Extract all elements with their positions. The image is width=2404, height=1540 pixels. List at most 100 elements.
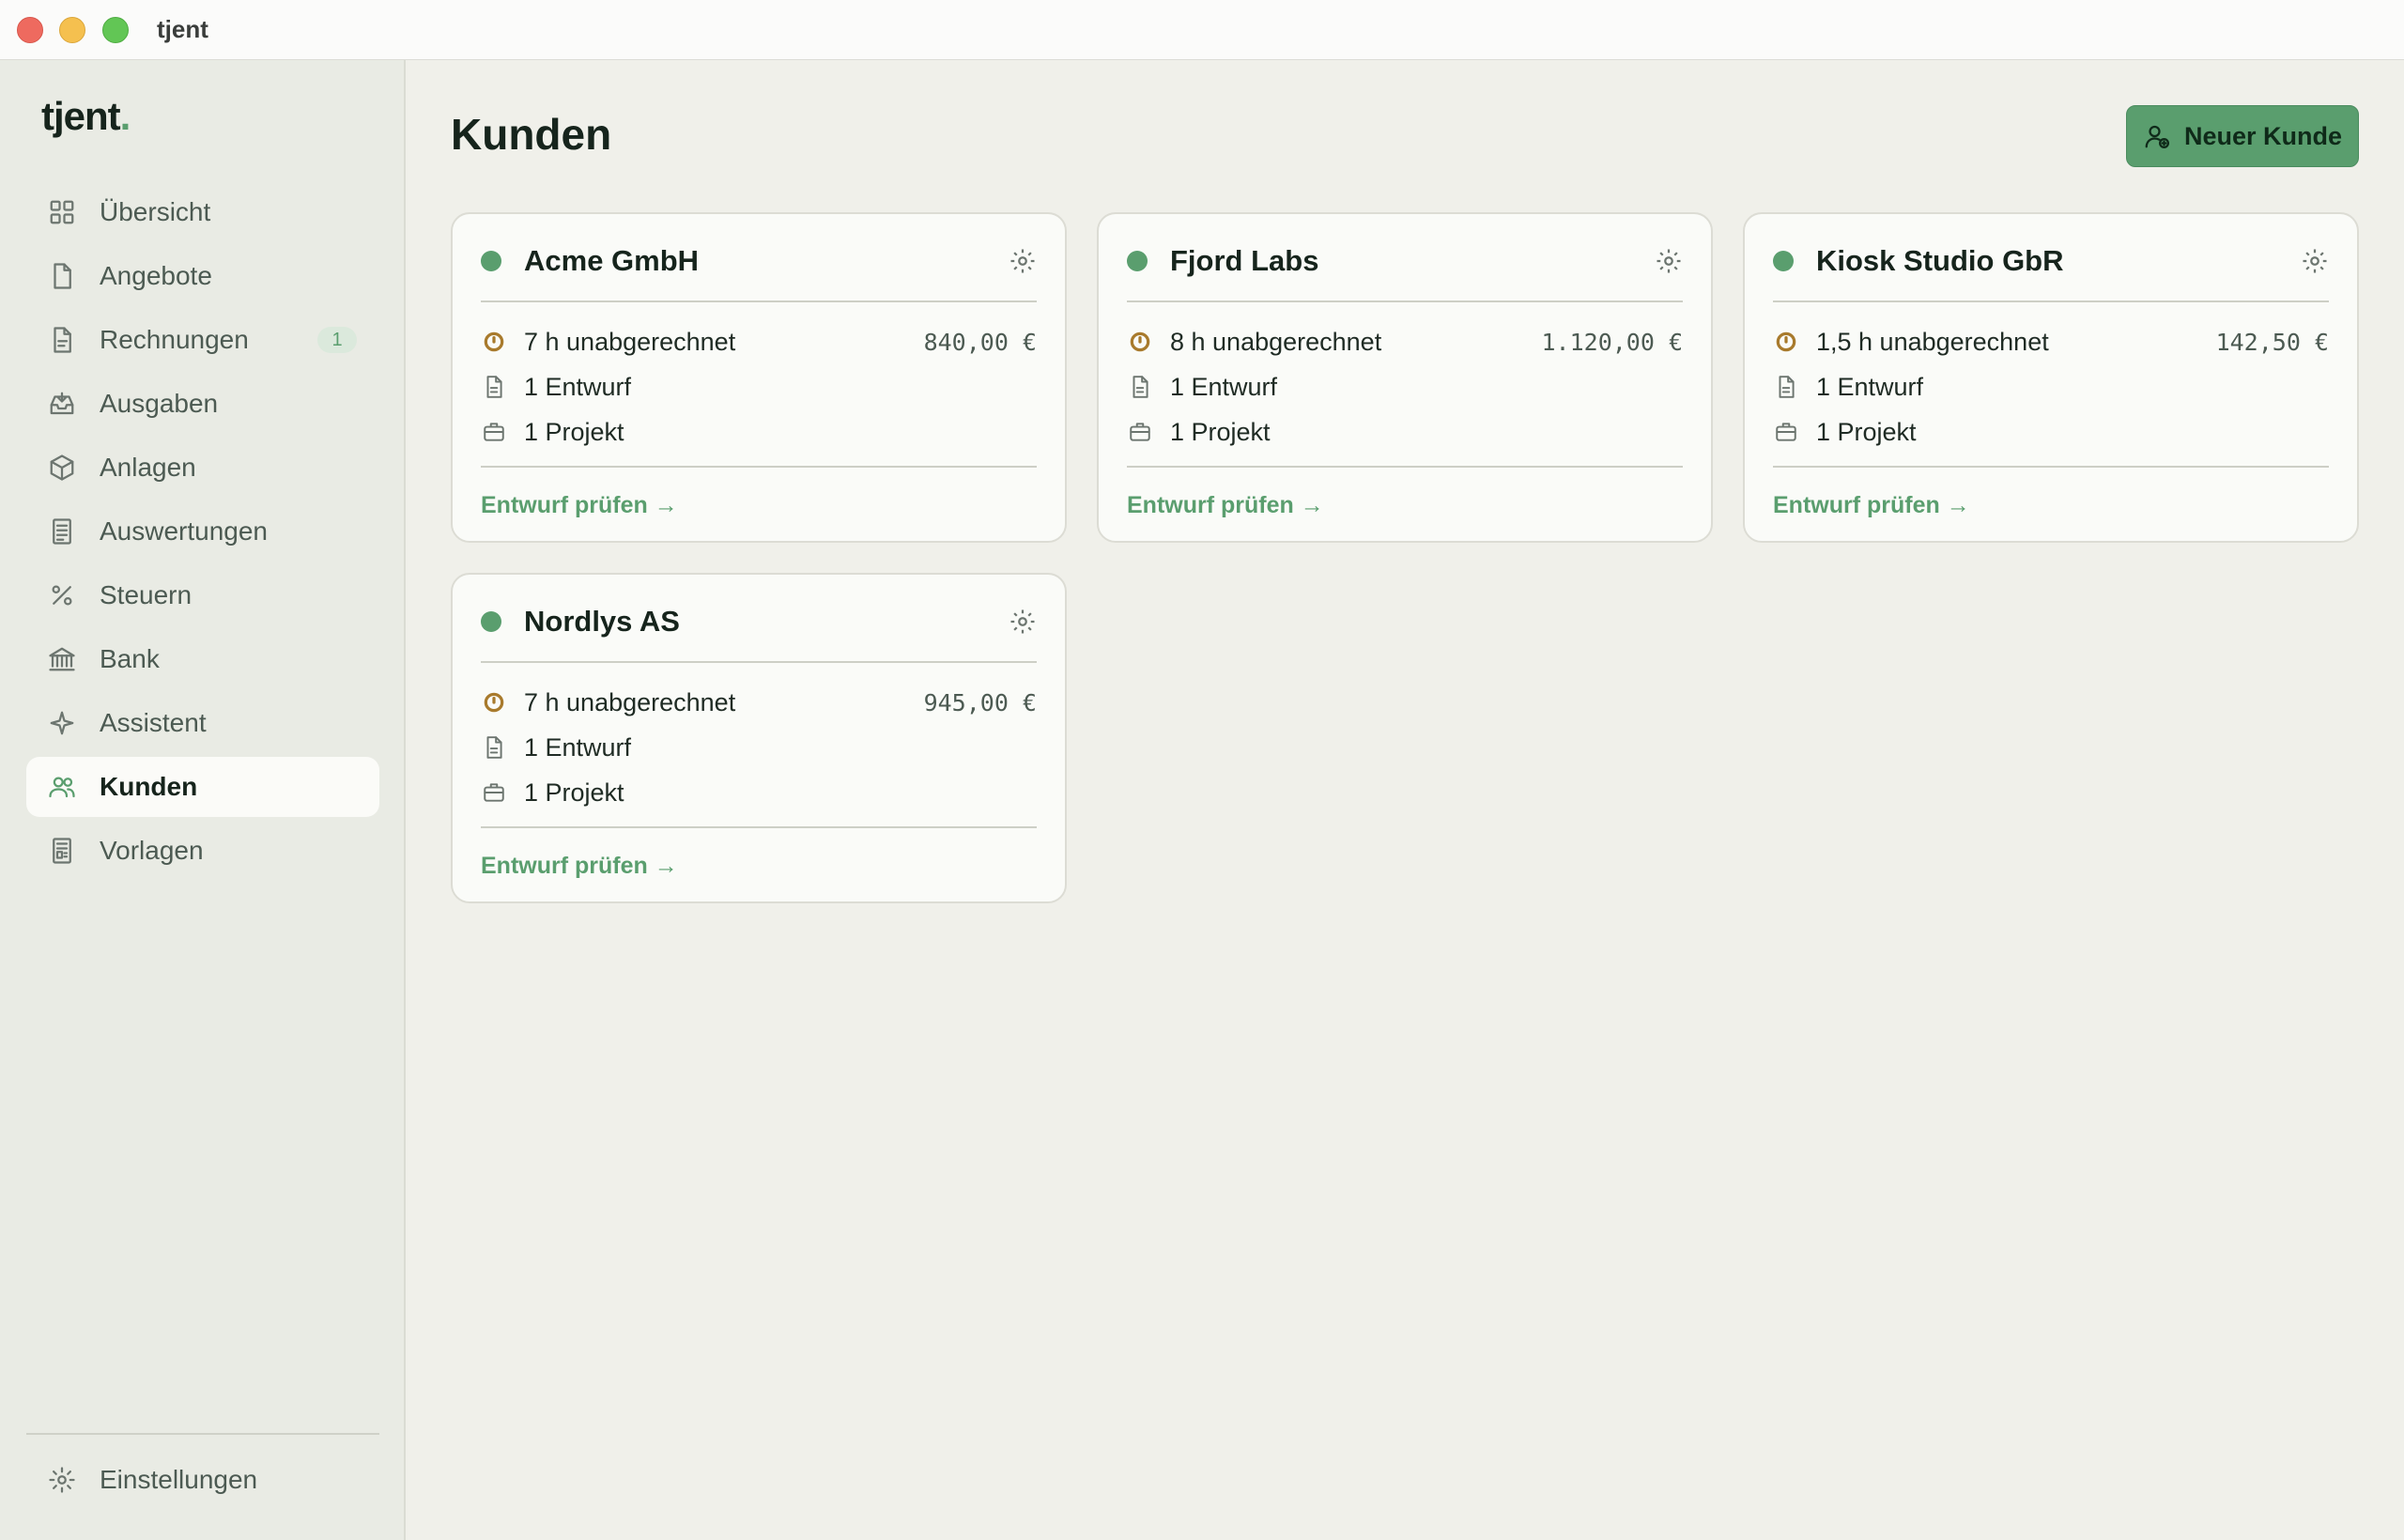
sidebar-item-kunden[interactable]: Kunden (26, 757, 379, 817)
sidebar-item-rechnungen[interactable]: Rechnungen 1 (26, 310, 379, 370)
sidebar-item-anlagen[interactable]: Anlagen (26, 438, 379, 498)
document-icon (481, 734, 507, 761)
sidebar-item-label: Bank (100, 644, 160, 673)
review-draft-link[interactable]: Entwurf prüfen → (481, 853, 678, 880)
title-bar: tjent (0, 0, 2404, 60)
gear-icon[interactable] (1009, 608, 1037, 636)
customer-name: Kiosk Studio GbR (1816, 244, 2064, 277)
draft-count: 1 Entwurf (1170, 372, 1278, 401)
sidebar-item-auswertungen[interactable]: Auswertungen (26, 501, 379, 562)
sidebar-nav: Übersicht Angebote Rechnungen 1 Ausgaben… (26, 182, 379, 885)
sidebar-item-angebote[interactable]: Angebote (26, 246, 379, 306)
draft-count: 1 Entwurf (524, 732, 632, 762)
briefcase-icon (1127, 419, 1153, 445)
clock-icon (1773, 329, 1799, 355)
app-logo: tjent. (41, 94, 131, 139)
page-title: Kunden (451, 110, 612, 159)
main-content: Kunden Neuer Kunde Acme GmbH 7 h unabger… (406, 60, 2404, 1540)
sidebar-item-label: Rechnungen (100, 325, 249, 354)
card-divider (481, 466, 1037, 468)
new-customer-button[interactable]: Neuer Kunde (2126, 105, 2359, 167)
logo-text: tjent (41, 94, 121, 138)
gear-icon (47, 1465, 77, 1495)
status-dot (481, 251, 501, 271)
sidebar-item-bank[interactable]: Bank (26, 629, 379, 689)
clock-icon (481, 329, 507, 355)
sidebar-item-label: Auswertungen (100, 516, 269, 546)
report-icon (47, 516, 77, 547)
close-window-button[interactable] (17, 17, 43, 43)
minimize-window-button[interactable] (59, 17, 85, 43)
window-title: tjent (157, 15, 208, 43)
sidebar-item-label: Ausgaben (100, 389, 219, 418)
card-divider (481, 300, 1037, 302)
bank-icon (47, 644, 77, 674)
clock-icon (481, 689, 507, 716)
sidebar-item-ausgaben[interactable]: Ausgaben (26, 374, 379, 434)
gear-icon[interactable] (1009, 247, 1037, 275)
invoice-icon (47, 325, 77, 355)
sidebar-item-label: Übersicht (100, 197, 211, 226)
unbilled-hours: 1,5 h unabgerechnet (1816, 327, 2049, 356)
sidebar-item-label: Anlagen (100, 453, 196, 482)
card-divider (1127, 300, 1683, 302)
unbilled-amount: 840,00 € (923, 328, 1037, 356)
card-divider (1773, 300, 2329, 302)
review-draft-link[interactable]: Entwurf prüfen → (1773, 492, 1970, 519)
sidebar-item-einstellungen[interactable]: Einstellungen (26, 1450, 379, 1510)
gear-icon[interactable] (2301, 247, 2329, 275)
template-icon (47, 836, 77, 866)
review-draft-link[interactable]: Entwurf prüfen → (1127, 492, 1324, 519)
customer-name: Acme GmbH (524, 244, 700, 277)
project-count: 1 Projekt (1816, 417, 1917, 446)
customer-card[interactable]: Acme GmbH 7 h unabgerechnet 840,00 € 1 En… (451, 212, 1067, 543)
customer-card[interactable]: Fjord Labs 8 h unabgerechnet 1.120,00 € 1… (1097, 212, 1713, 543)
document-icon (481, 374, 507, 400)
sidebar-item-label: Vorlagen (100, 836, 204, 865)
logo-dot: . (119, 94, 131, 138)
project-count: 1 Projekt (524, 778, 624, 807)
card-divider (1127, 466, 1683, 468)
customer-card[interactable]: Nordlys AS 7 h unabgerechnet 945,00 € 1 E… (451, 573, 1067, 903)
document-icon (1127, 374, 1153, 400)
sidebar-item-vorlagen[interactable]: Vorlagen (26, 821, 379, 881)
briefcase-icon (1773, 419, 1799, 445)
add-user-icon (2145, 125, 2169, 148)
sidebar-item-label: Steuern (100, 580, 193, 609)
sidebar-item-steuern[interactable]: Steuern (26, 565, 379, 625)
gear-icon[interactable] (1655, 247, 1683, 275)
review-draft-link[interactable]: Entwurf prüfen → (481, 492, 678, 519)
grid-icon (47, 197, 77, 227)
app-window: tjent tjent. Übersicht Angebote Rechnung… (0, 0, 2404, 1540)
status-dot (1127, 251, 1148, 271)
document-icon (1773, 374, 1799, 400)
unbilled-hours: 8 h unabgerechnet (1170, 327, 1382, 356)
new-customer-label: Neuer Kunde (2183, 121, 2343, 150)
clock-icon (1127, 329, 1153, 355)
card-divider (1773, 466, 2329, 468)
card-divider (481, 661, 1037, 663)
status-dot (1773, 251, 1794, 271)
sparkle-icon (47, 708, 77, 738)
customer-card[interactable]: Kiosk Studio GbR 1,5 h unabgerechnet 142,… (1743, 212, 2359, 543)
sidebar-item-assistent[interactable]: Assistent (26, 693, 379, 753)
maximize-window-button[interactable] (102, 17, 129, 43)
sidebar-item-label: Einstellungen (100, 1465, 258, 1494)
percent-icon (47, 580, 77, 610)
project-count: 1 Projekt (1170, 417, 1271, 446)
sidebar-item-label: Assistent (100, 708, 207, 737)
unbilled-hours: 7 h unabgerechnet (524, 327, 736, 356)
box-icon (47, 453, 77, 483)
unbilled-amount: 1.120,00 € (1541, 328, 1683, 356)
card-divider (481, 826, 1037, 828)
sidebar: tjent. Übersicht Angebote Rechnungen 1 A… (0, 60, 406, 1540)
unbilled-amount: 945,00 € (923, 688, 1037, 716)
sidebar-item-uebersicht[interactable]: Übersicht (26, 182, 379, 242)
inbox-icon (47, 389, 77, 419)
draft-count: 1 Entwurf (524, 372, 632, 401)
document-icon (47, 261, 77, 291)
sidebar-item-label: Angebote (100, 261, 212, 290)
sidebar-divider (26, 1433, 379, 1435)
briefcase-icon (481, 779, 507, 806)
status-dot (481, 611, 501, 632)
